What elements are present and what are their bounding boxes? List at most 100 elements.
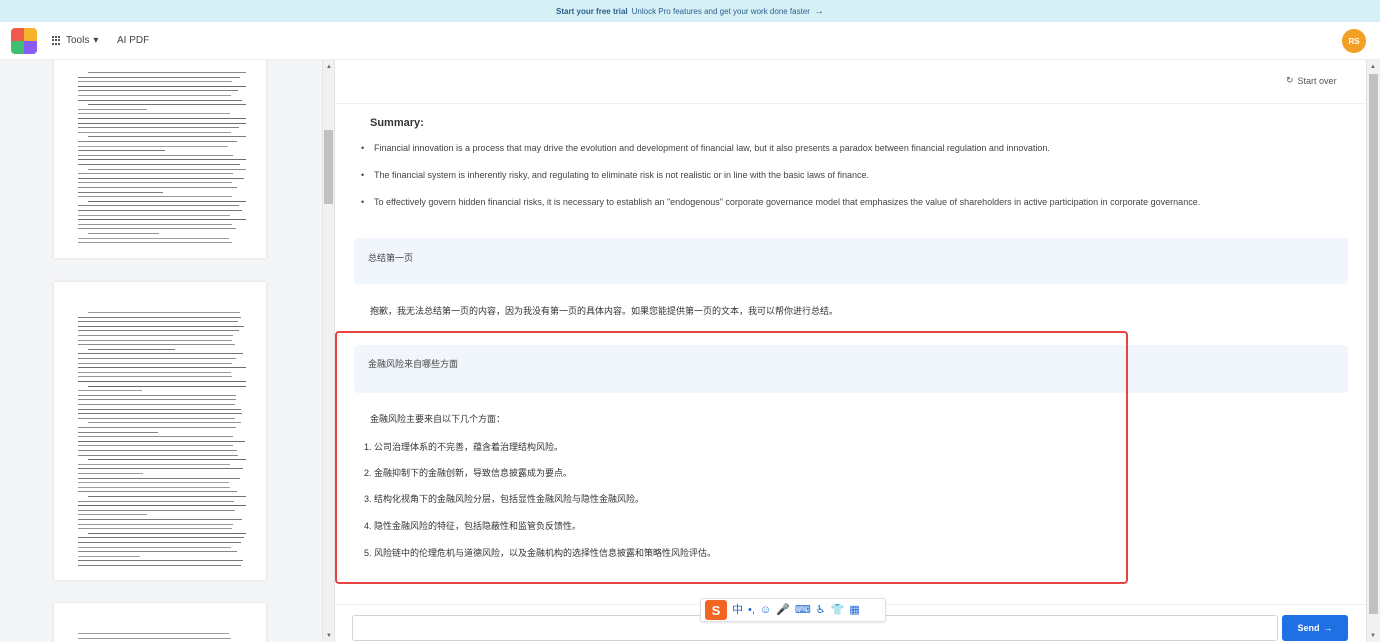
microphone-icon[interactable]: 🎤: [776, 604, 790, 616]
thumbnail-text-line: [88, 168, 246, 170]
page-thumbnail[interactable]: [54, 60, 266, 258]
thumbnail-text-line: [78, 214, 230, 216]
tools-label: Tools: [66, 35, 90, 46]
summary-bullet: To effectively govern hidden financial r…: [361, 197, 1200, 207]
thumbnail-text-line: [78, 450, 237, 451]
thumbnail-text-line: [78, 519, 242, 520]
skin-icon[interactable]: 👕: [831, 604, 845, 616]
promo-banner[interactable]: Start your free trial Unlock Pro feature…: [0, 0, 1380, 22]
thumbnail-text-line: [78, 381, 246, 382]
start-over-button[interactable]: ↻ Start over: [1286, 75, 1337, 86]
thumbnail-text-line: [88, 312, 241, 313]
scrollbar-thumb[interactable]: [324, 130, 333, 204]
thumbnail-text-line: [88, 72, 246, 73]
thumbnail-text-line: [78, 500, 235, 502]
app-logo[interactable]: [11, 28, 37, 54]
thumbnail-text-line: [78, 514, 147, 516]
page-title: AI PDF: [117, 35, 150, 46]
top-bar: Tools ▾ AI PDF RS: [0, 22, 1380, 60]
thumbnail-text-line: [78, 242, 232, 244]
thumbnail-text-line: [78, 477, 241, 479]
thumbnail-text-line: [78, 638, 232, 639]
thumbnail-text-line: [78, 159, 246, 161]
page-thumbnail[interactable]: [54, 603, 266, 642]
thumbnail-text-line: [78, 321, 239, 323]
thumbnail-text-line: [78, 145, 229, 147]
thumbnail-text-line: [78, 371, 231, 373]
thumbnail-text-line: [78, 150, 166, 152]
scroll-up-icon[interactable]: ▲: [325, 63, 333, 71]
emoji-icon[interactable]: ☺: [760, 604, 771, 616]
thumbnail-text-line: [78, 362, 232, 364]
thumbnail-text-line: [78, 154, 234, 156]
thumbnail-text-line: [78, 565, 241, 566]
chevron-down-icon: ▾: [93, 35, 99, 46]
thumbnail-text-line: [78, 90, 239, 92]
sogou-logo-icon[interactable]: S: [705, 600, 727, 620]
arrow-right-icon: →: [813, 5, 824, 17]
thumbnail-text-line: [78, 413, 243, 415]
thumbnails-scrollbar[interactable]: ▲ ▼: [322, 60, 335, 642]
refresh-icon: ↻: [1286, 75, 1294, 85]
thumbnail-text-line: [78, 141, 238, 142]
thumbnail-text-line: [78, 551, 238, 553]
promo-bold: Start your free trial: [556, 6, 628, 16]
keyboard-icon[interactable]: ⌨: [795, 604, 811, 616]
thumbnail-text-line: [78, 399, 236, 401]
scrollbar-thumb[interactable]: [1369, 74, 1378, 614]
chinese-mode-icon[interactable]: 中: [732, 604, 743, 616]
answer-list-item: 4. 隐性金融风险的特征，包括隐蔽性和监管负反馈性。: [364, 521, 582, 531]
user-message-text: 总结第一页: [368, 253, 414, 263]
thumbnail-text-line: [78, 118, 246, 119]
thumbnail-text-line: [78, 528, 232, 530]
thumbnail-text-line: [78, 454, 239, 456]
thumbnail-text-line: [78, 108, 148, 110]
thumbnail-text-line: [78, 219, 246, 221]
thumbnail-text-line: [78, 177, 244, 179]
thumbnail-text-line: [78, 376, 232, 378]
thumbnail-text-line: [78, 394, 237, 396]
avatar[interactable]: RS: [1342, 29, 1366, 53]
apps-grid-icon: [52, 35, 62, 46]
scroll-down-icon[interactable]: ▼: [325, 632, 333, 640]
thumbnail-text-line: [78, 436, 234, 438]
thumbnail-text-line: [78, 316, 241, 318]
send-button[interactable]: Send →: [1282, 615, 1348, 641]
scroll-up-icon[interactable]: ▲: [1369, 63, 1377, 71]
thumbnail-text-line: [78, 85, 246, 87]
summary-bullet: The financial system is inherently risky…: [361, 170, 869, 180]
thumbnail-text-line: [78, 95, 231, 96]
user-message: 总结第一页: [354, 238, 1348, 284]
thumbnail-text-line: [78, 339, 233, 341]
thumbnail-text-line: [78, 473, 143, 474]
toolbox-icon[interactable]: ▦: [849, 604, 859, 616]
user-message-text: 金融风险来自哪些方面: [368, 359, 459, 369]
thumbnail-text-line: [78, 191, 163, 193]
accessibility-icon[interactable]: ♿: [816, 604, 826, 616]
thumbnail-text-line: [78, 131, 231, 133]
thumbnail-text-line: [78, 127, 239, 129]
thumbnail-text-line: [88, 200, 246, 202]
thumbnail-text-line: [78, 344, 235, 346]
thumbnail-text-line: [78, 408, 242, 410]
summary-title: Summary:: [370, 117, 424, 129]
answer-list-item: 5. 风险链中的伦理危机与道德风险，以及金融机构的选择性信息披露和策略性风险评估…: [364, 548, 717, 558]
thumbnail-text-line: [78, 555, 140, 557]
thumbnail-text-line: [78, 122, 246, 124]
thumbnail-text-line: [78, 210, 242, 211]
thumbnail-text-line: [88, 422, 241, 424]
thumbnail-text-line: [88, 496, 246, 497]
thumbnail-text-line: [78, 404, 235, 405]
thumbnail-text-line: [78, 99, 242, 101]
promo-text: Unlock Pro features and get your work do…: [631, 6, 810, 16]
thumbnail-text-line: [78, 164, 241, 165]
tools-menu[interactable]: Tools ▾: [52, 35, 98, 46]
scroll-down-icon[interactable]: ▼: [1369, 632, 1377, 640]
thumbnail-text-line: [78, 330, 240, 332]
punctuation-icon[interactable]: •,: [748, 604, 755, 616]
thumbnail-text-line: [78, 509, 236, 511]
divider: [336, 103, 1366, 104]
page-thumbnail[interactable]: [54, 282, 266, 580]
thumbnail-text-line: [78, 505, 246, 507]
chat-scrollbar[interactable]: ▲ ▼: [1366, 60, 1380, 642]
